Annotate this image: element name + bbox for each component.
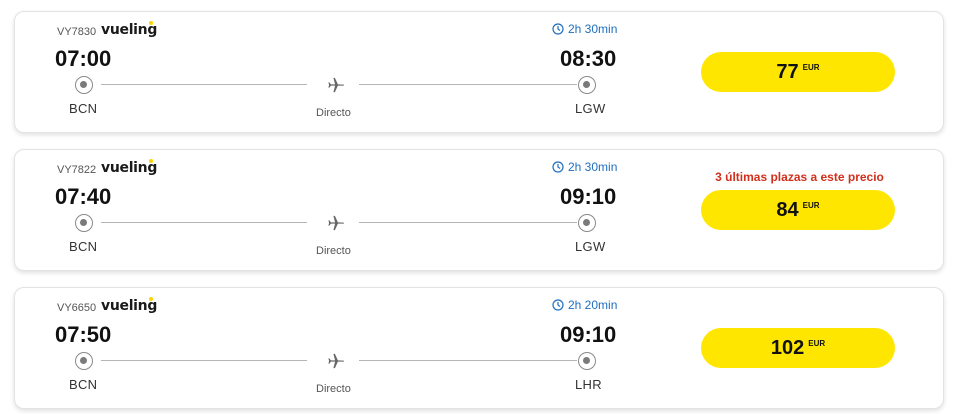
destination-dot-icon	[578, 352, 596, 370]
airline-logo-accent	[149, 297, 153, 301]
origin-dot-icon	[75, 76, 93, 94]
airplane-icon	[325, 351, 345, 371]
origin-code: BCN	[69, 377, 98, 392]
route-line	[75, 351, 605, 371]
price-currency: EUR	[802, 200, 820, 210]
price-amount: 84	[776, 198, 799, 221]
arrival-time: 08:30	[560, 46, 617, 71]
route-segment	[101, 84, 307, 85]
origin-code: BCN	[69, 239, 98, 254]
price-amount: 102	[770, 336, 805, 359]
flight-card[interactable]: VY6650 vueling 2h 20min 07:50 09:10 BCN …	[14, 287, 944, 409]
arrival-time: 09:10	[560, 184, 617, 209]
destination-dot-icon	[578, 214, 596, 232]
departure-time: 07:50	[55, 322, 112, 347]
airplane-icon	[325, 75, 345, 95]
flight-number: VY6650	[57, 302, 97, 314]
flight-card[interactable]: VY7830 vueling 2h 30min 07:00 08:30 BCN …	[14, 11, 944, 133]
route-segment	[101, 222, 307, 223]
duration-text: 2h 30min	[568, 160, 618, 174]
departure-time: 07:40	[55, 184, 112, 209]
route-segment	[101, 360, 307, 361]
price-amount: 77	[776, 60, 799, 83]
price-button[interactable]: 84 EUR	[701, 190, 895, 230]
airplane-icon	[325, 213, 345, 233]
duration-text: 2h 30min	[568, 22, 618, 36]
stops-label: Directo	[316, 383, 351, 395]
destination-code: LGW	[575, 239, 606, 254]
flight-number: VY7830	[57, 26, 97, 38]
destination-code: LHR	[575, 377, 602, 392]
destination-code: LGW	[575, 101, 606, 116]
clock-icon	[552, 23, 564, 35]
price-button[interactable]: 102 EUR	[701, 328, 895, 368]
clock-icon	[552, 299, 564, 311]
arrival-time: 09:10	[560, 322, 617, 347]
clock-icon	[552, 161, 564, 173]
duration-text: 2h 20min	[568, 298, 618, 312]
route-line	[75, 75, 605, 95]
route-segment	[359, 360, 577, 361]
airline-logo-accent	[149, 21, 153, 25]
flight-duration: 2h 30min	[552, 160, 617, 174]
price-button[interactable]: 77 EUR	[701, 52, 895, 92]
origin-dot-icon	[75, 214, 93, 232]
route-segment	[359, 84, 577, 85]
price-currency: EUR	[802, 62, 820, 72]
flight-duration: 2h 20min	[552, 298, 617, 312]
origin-code: BCN	[69, 101, 98, 116]
seats-left-warning: 3 últimas plazas a este precio	[715, 170, 884, 184]
airline-logo-accent	[149, 159, 153, 163]
stops-label: Directo	[316, 107, 351, 119]
flight-card[interactable]: VY7822 vueling 2h 30min 07:40 09:10 BCN …	[14, 149, 944, 271]
destination-dot-icon	[578, 76, 596, 94]
origin-dot-icon	[75, 352, 93, 370]
flight-duration: 2h 30min	[552, 22, 617, 36]
stops-label: Directo	[316, 245, 351, 257]
flight-number: VY7822	[57, 164, 97, 176]
departure-time: 07:00	[55, 46, 112, 71]
route-segment	[359, 222, 577, 223]
price-currency: EUR	[808, 338, 826, 348]
route-line	[75, 213, 605, 233]
